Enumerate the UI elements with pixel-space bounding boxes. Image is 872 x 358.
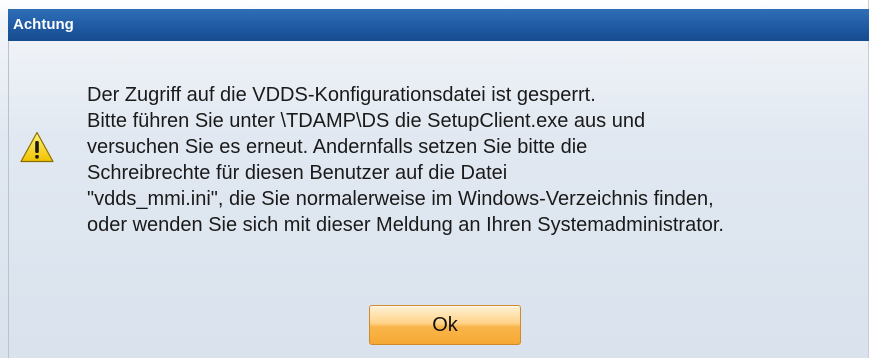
message-line: oder wenden Sie sich mit dieser Meldung … — [87, 214, 724, 236]
dialog-message: Der Zugriff auf die VDDS-Konfigurationsd… — [87, 82, 862, 238]
message-line: versuchen Sie es erneut. Andernfalls set… — [87, 136, 588, 158]
message-line: Schreibrechte für diesen Benutzer auf di… — [87, 162, 508, 184]
ok-button[interactable]: Ok — [369, 305, 521, 345]
alert-dialog: Achtung Der Zugriff auf die VDDS-Konfigu… — [0, 0, 869, 358]
message-line: Der Zugriff auf die VDDS-Konfigurationsd… — [87, 84, 596, 106]
dialog-title-bar[interactable]: Achtung — [8, 9, 869, 41]
warning-icon — [20, 131, 54, 163]
message-line: Bitte führen Sie unter \TDAMP\DS die Set… — [87, 110, 646, 132]
dialog-title: Achtung — [13, 16, 74, 33]
message-line: "vdds_mmi.ini", die Sie normalerweise im… — [87, 188, 714, 210]
